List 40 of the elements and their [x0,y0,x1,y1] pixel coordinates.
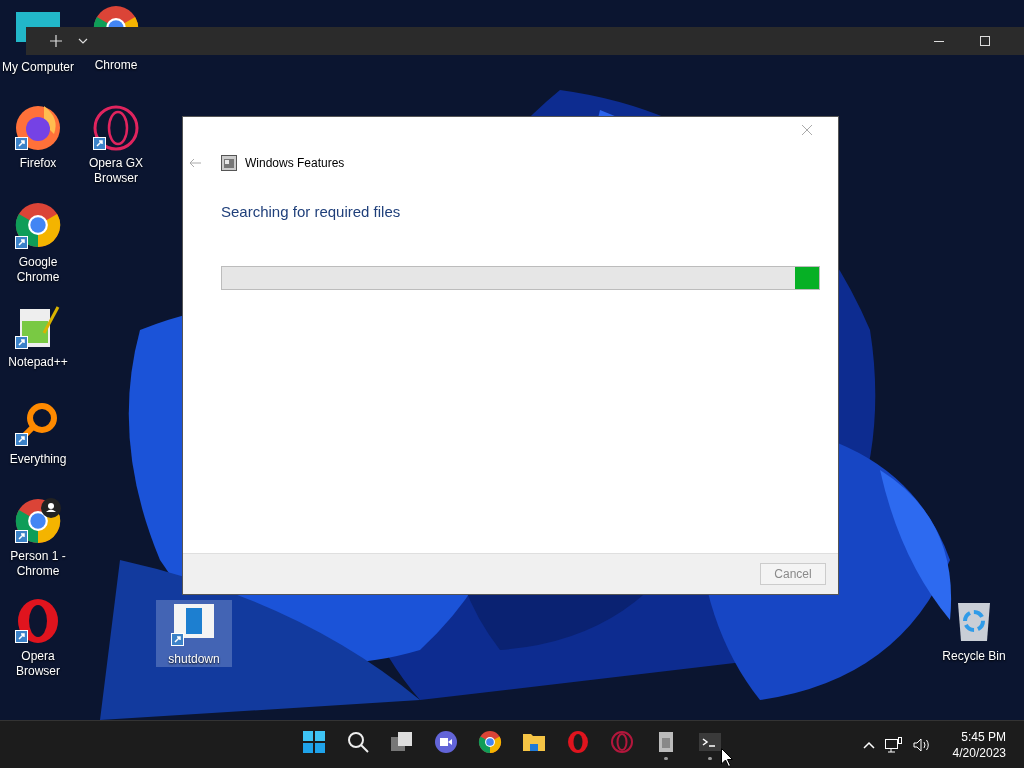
chevron-up-icon[interactable] [862,740,875,749]
desktop-icon[interactable]: shutdown [156,600,232,667]
desktop-icon[interactable]: Person 1 - Chrome [0,497,76,579]
search-icon [346,729,370,754]
clock-date[interactable]: 4/20/2023 [952,744,1006,761]
windows-logo-icon [302,729,326,754]
window-title: Windows Features [245,156,345,170]
network-icon[interactable] [884,736,903,753]
desktop-icon[interactable]: Notepad++ [0,303,76,370]
icon-label: shutdown [168,652,220,667]
desktop-icon[interactable]: Opera GX Browser [78,104,154,186]
icon-label: Opera Browser [15,649,61,679]
desktop-icon[interactable]: Google Chrome [0,203,76,285]
icon-label: Chrome [94,58,138,73]
icon-label: Person 1 - Chrome [9,549,67,579]
icon-label: Everything [9,452,67,467]
icon-label: Opera GX Browser [88,156,144,186]
volume-icon[interactable] [912,737,931,752]
plus-icon [50,35,62,47]
desktop-icon[interactable]: Everything [0,400,76,467]
window-app-icon [221,155,237,171]
icon-label: Notepad++ [8,355,68,370]
icon-label: Recycle Bin [942,649,1006,664]
caret-icon [78,38,88,44]
minimize-icon [934,40,944,42]
ring-icon [610,729,634,754]
maximize-icon [980,36,990,46]
icon-label: Google Chrome [15,255,61,285]
mouse-cursor-icon [721,748,733,767]
status-heading: Searching for required files [221,203,402,220]
clock-time[interactable]: 5:45 PM [961,728,1006,745]
chrome-icon [478,729,502,754]
icon-label: My Computer [2,60,74,75]
desktop-icon[interactable]: Opera Browser [0,597,76,679]
video-chat-icon [434,729,458,754]
icon-label: Firefox [19,156,57,171]
ring-icon [566,729,590,754]
task-view-icon [390,729,414,754]
desktop-icon[interactable]: Recycle Bin [936,597,1012,664]
desktop-icon[interactable]: Firefox [0,104,76,171]
